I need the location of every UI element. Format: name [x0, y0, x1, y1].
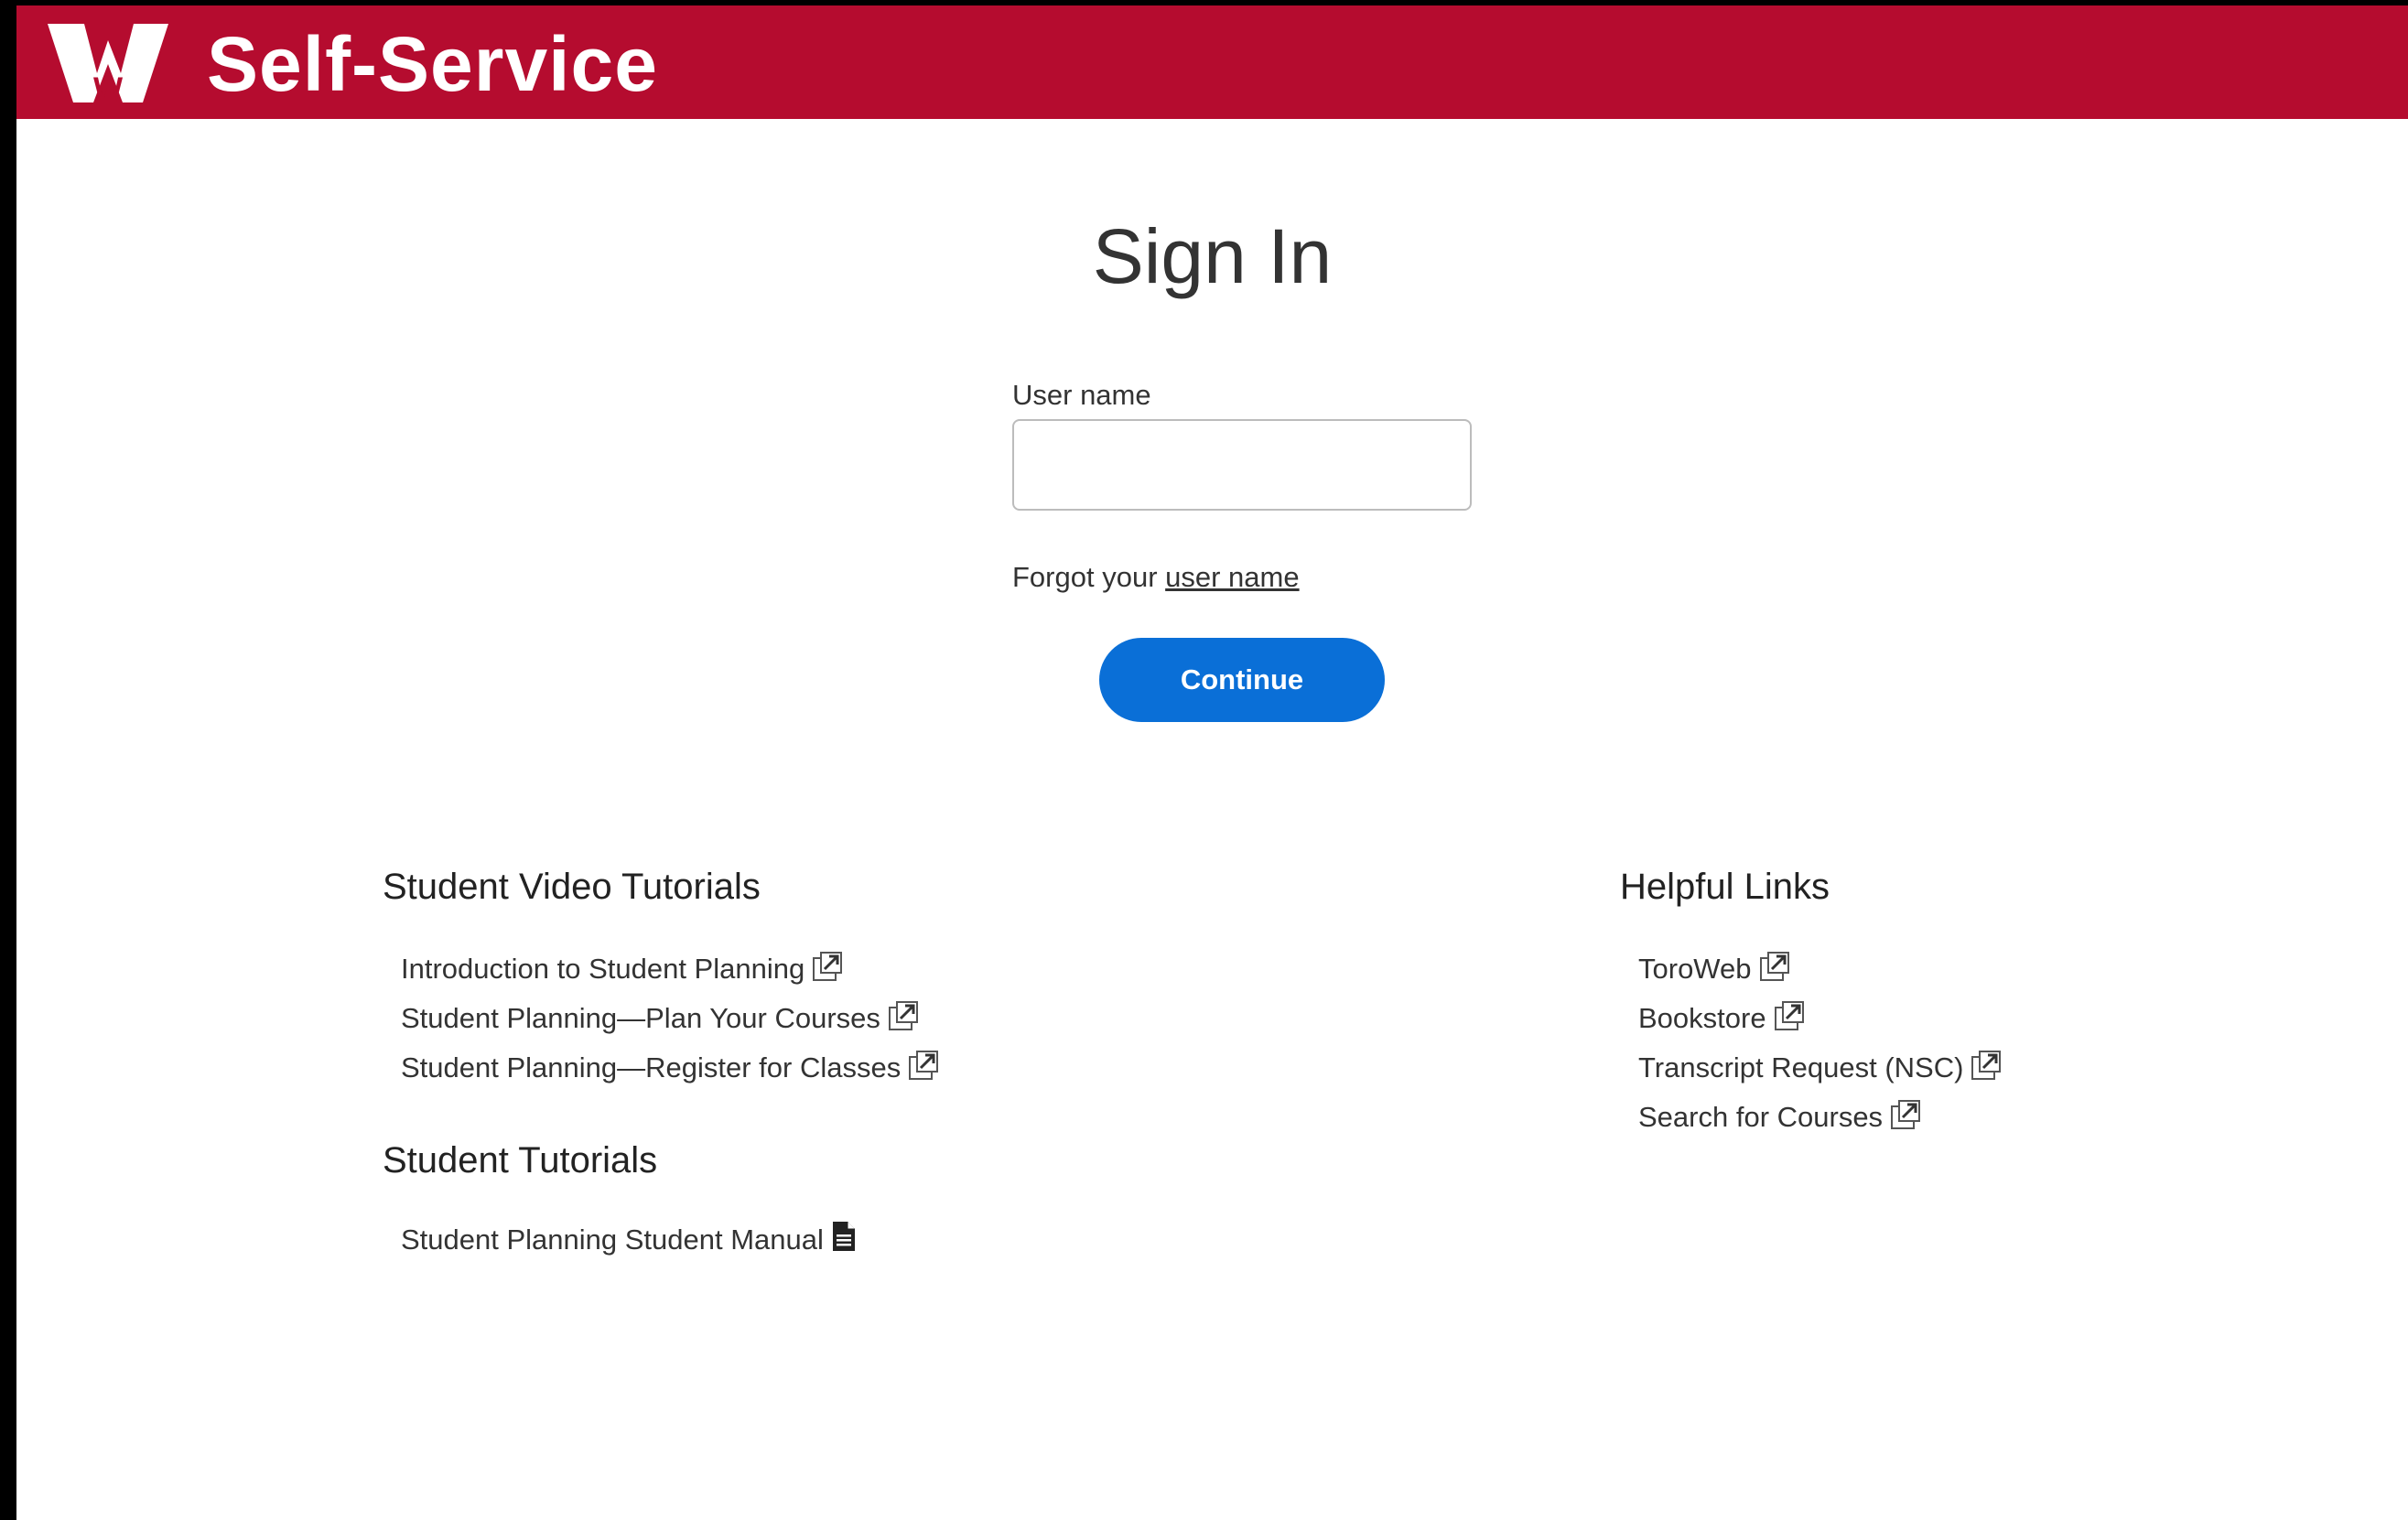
header-bar: W Self-Service	[16, 5, 2408, 119]
logo-letter: W	[93, 71, 124, 106]
continue-button[interactable]: Continue	[1099, 638, 1385, 722]
app-title: Self-Service	[207, 21, 658, 107]
external-link-icon	[1890, 1096, 1921, 1146]
external-link-icon	[888, 997, 919, 1047]
video-tutorial-link[interactable]: Student Planning—Register for Classes	[401, 1043, 939, 1093]
link-label: Student Planning—Register for Classes	[401, 1051, 902, 1083]
document-icon	[831, 1219, 857, 1268]
video-tutorial-link[interactable]: Student Planning—Plan Your Courses	[401, 994, 939, 1043]
forgot-username-line: Forgot your user name	[1012, 557, 1300, 598]
external-link-icon	[1759, 948, 1790, 997]
video-tutorials-list: Introduction to Student Planning Student…	[401, 944, 939, 1093]
page-title: Sign In	[1092, 213, 1333, 299]
helpful-link-search-courses[interactable]: Search for Courses	[1638, 1093, 2002, 1142]
link-label: Search for Courses	[1638, 1101, 1884, 1133]
page: W Self-Service Sign In User name Forgot …	[16, 5, 2408, 1520]
external-link-icon	[908, 1047, 939, 1096]
student-tutorials-heading: Student Tutorials	[383, 1140, 658, 1180]
link-label: Student Planning—Plan Your Courses	[401, 1002, 880, 1034]
username-input[interactable]	[1012, 419, 1472, 511]
helpful-link-bookstore[interactable]: Bookstore	[1638, 994, 2002, 1043]
helpful-links-heading: Helpful Links	[1620, 867, 1830, 907]
forgot-prefix-text: Forgot your	[1012, 561, 1158, 593]
link-label: ToroWeb	[1638, 953, 1752, 985]
link-label: Introduction to Student Planning	[401, 953, 805, 985]
helpful-links-list: ToroWeb Bookstore Transcript Request (NS…	[1638, 944, 2002, 1142]
username-label: User name	[1012, 379, 1151, 411]
helpful-link-transcript[interactable]: Transcript Request (NSC)	[1638, 1043, 2002, 1093]
external-link-icon	[812, 948, 843, 997]
external-link-icon	[1971, 1047, 2002, 1096]
helpful-link-toroweb[interactable]: ToroWeb	[1638, 944, 2002, 994]
student-tutorials-list: Student Planning Student Manual	[401, 1215, 857, 1265]
student-manual-link[interactable]: Student Planning Student Manual	[401, 1215, 857, 1265]
external-link-icon	[1774, 997, 1805, 1047]
link-label: Student Planning Student Manual	[401, 1224, 824, 1256]
forgot-username-link[interactable]: user name	[1165, 561, 1299, 593]
link-label: Transcript Request (NSC)	[1638, 1051, 1964, 1083]
video-tutorial-link[interactable]: Introduction to Student Planning	[401, 944, 939, 994]
university-logo: W	[48, 24, 168, 106]
video-tutorials-heading: Student Video Tutorials	[383, 867, 761, 907]
link-label: Bookstore	[1638, 1002, 1766, 1034]
